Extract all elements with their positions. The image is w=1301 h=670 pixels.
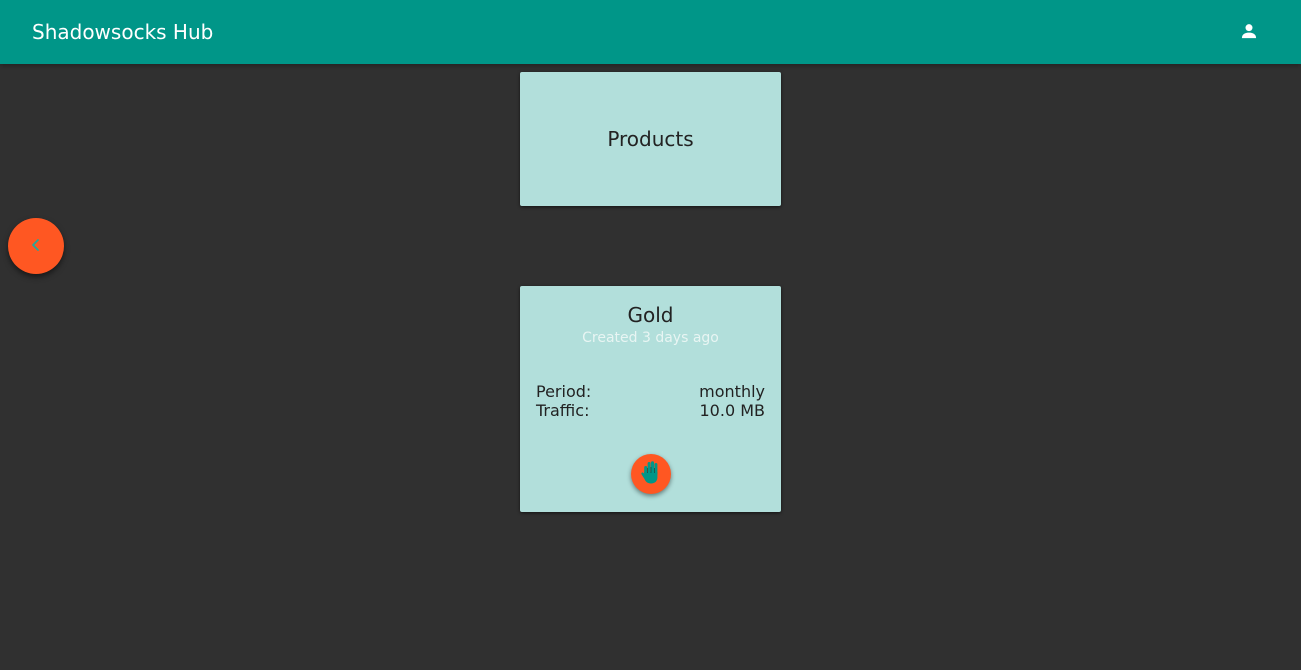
hand-stop-icon xyxy=(639,459,663,489)
traffic-value: 10.0 MB xyxy=(699,401,766,420)
stop-plan-button[interactable] xyxy=(631,454,671,494)
period-value: monthly xyxy=(699,382,765,401)
traffic-row: Traffic: 10.0 MB xyxy=(536,401,765,420)
account-button[interactable] xyxy=(1225,9,1273,57)
products-card: Products xyxy=(520,72,781,206)
app-bar: Shadowsocks Hub xyxy=(0,0,1301,64)
plan-card: Gold Created 3 days ago Period: monthly … xyxy=(520,286,781,512)
app-title: Shadowsocks Hub xyxy=(32,20,214,44)
account-icon xyxy=(1239,21,1259,45)
period-row: Period: monthly xyxy=(536,382,765,401)
plan-name: Gold xyxy=(627,303,674,327)
products-title: Products xyxy=(607,127,694,151)
period-label: Period: xyxy=(536,382,592,401)
plan-created-date: Created 3 days ago xyxy=(582,330,719,346)
traffic-label: Traffic: xyxy=(536,401,590,420)
chevron-left-icon xyxy=(30,237,42,256)
back-button[interactable] xyxy=(8,218,64,274)
